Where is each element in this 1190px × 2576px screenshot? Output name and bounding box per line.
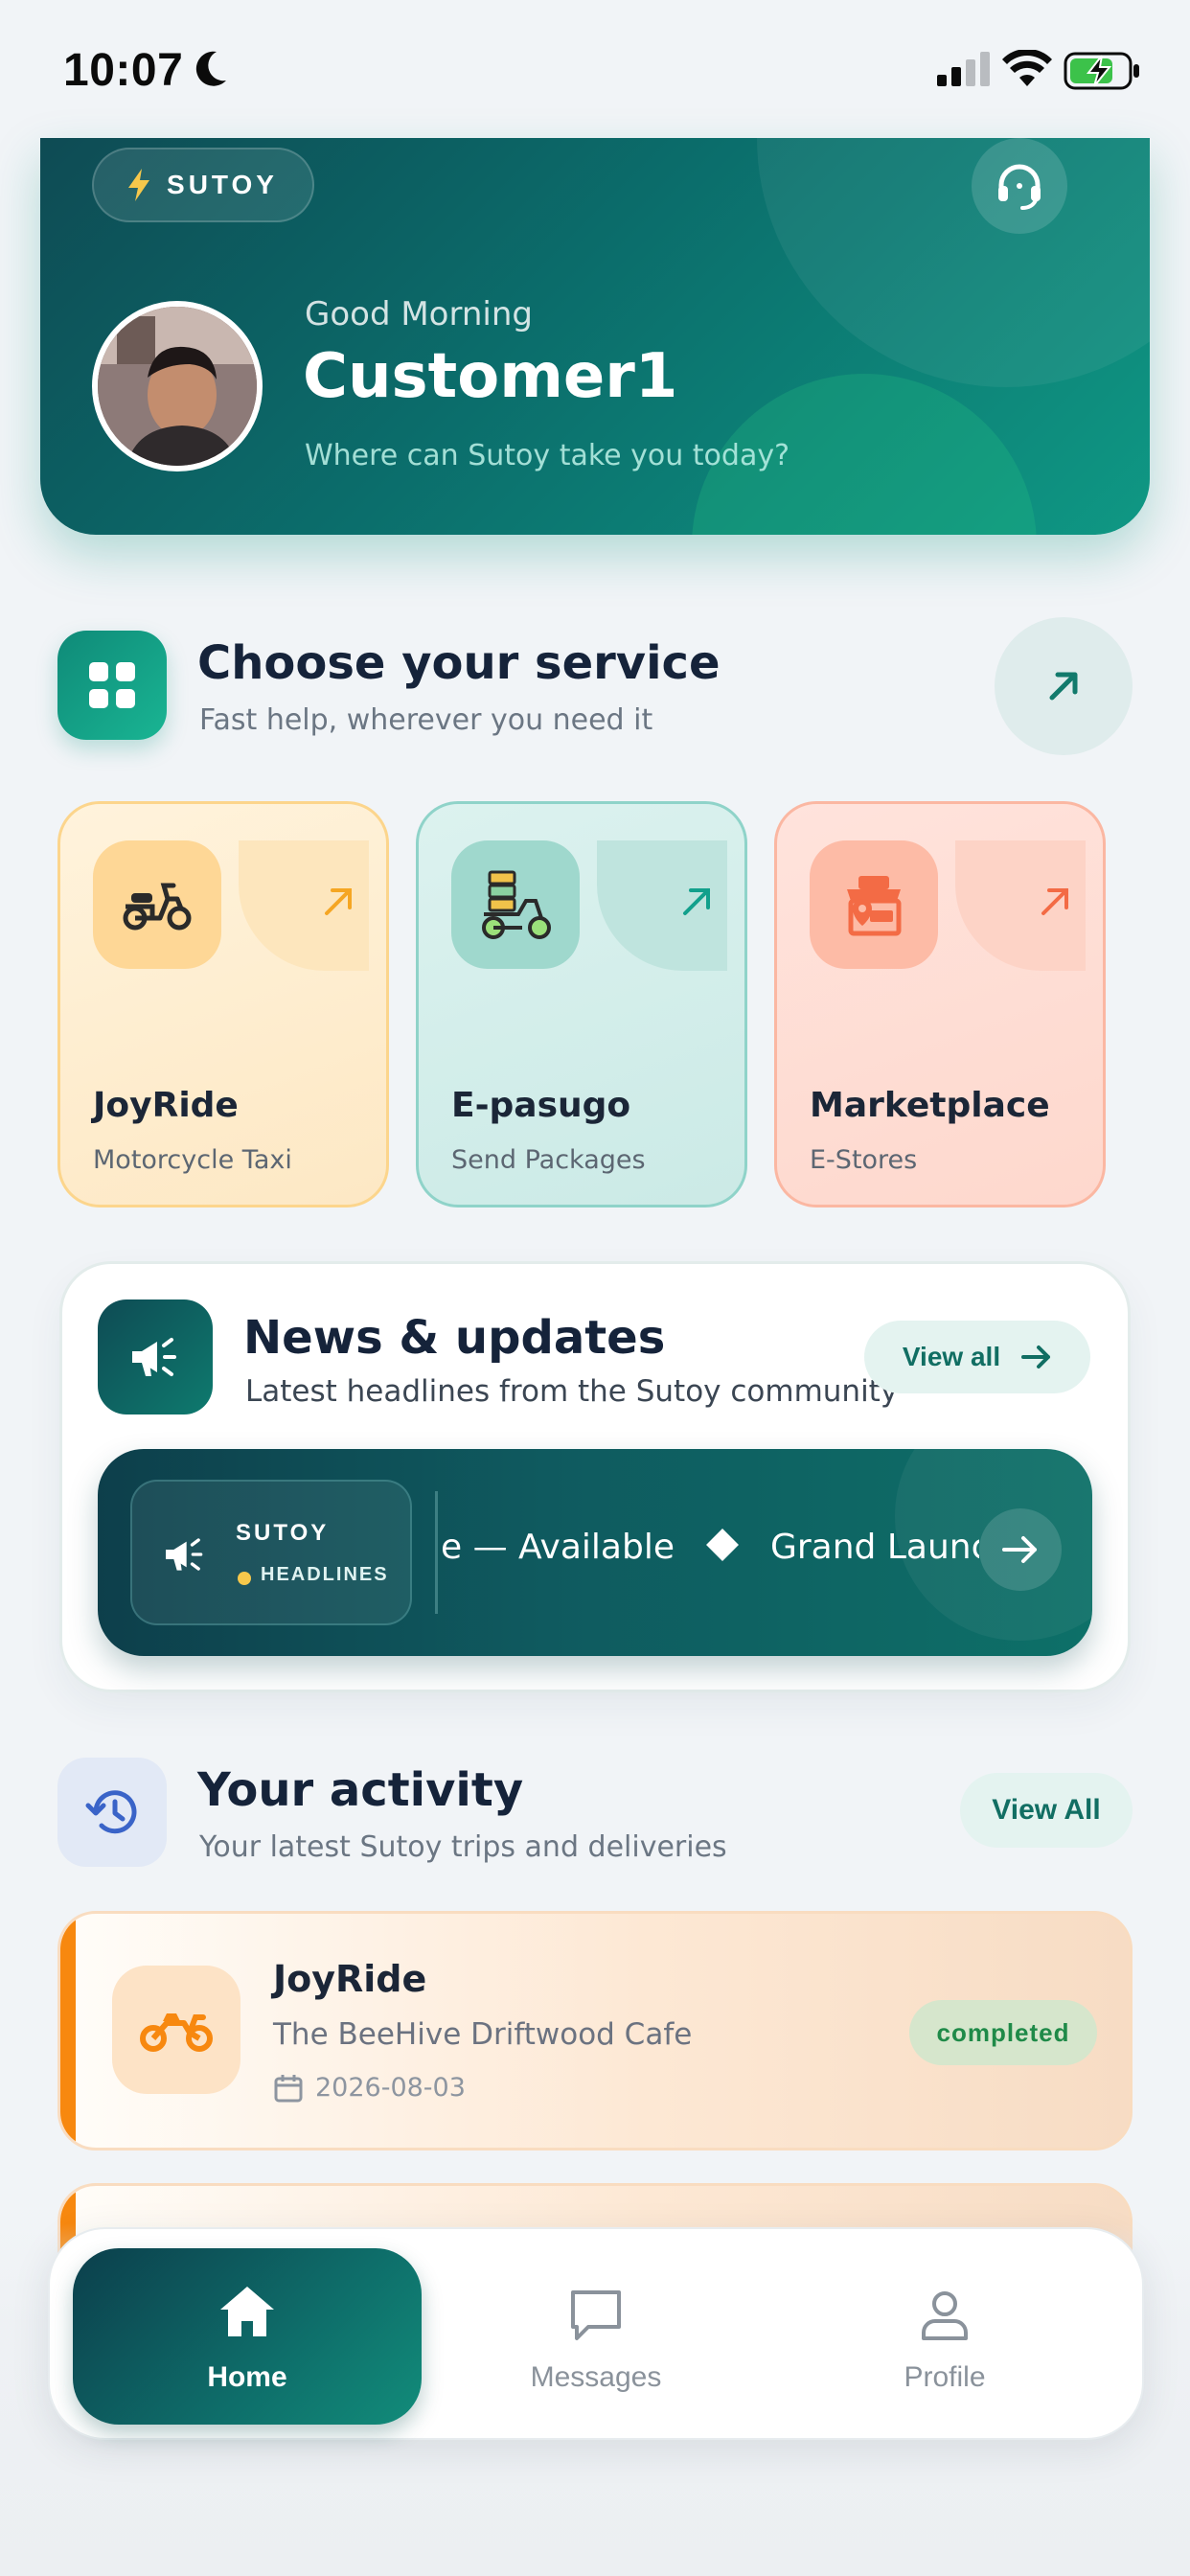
accent-stripe bbox=[60, 1914, 76, 2148]
activity-title: Your activity bbox=[197, 1763, 524, 1817]
calendar-icon bbox=[274, 2075, 303, 2103]
arrow-right-icon bbox=[1021, 1346, 1051, 1368]
avatar[interactable] bbox=[92, 301, 263, 472]
hero-decoration bbox=[757, 138, 1150, 387]
user-icon bbox=[922, 2291, 968, 2340]
activity-view-all-button[interactable]: View All bbox=[960, 1773, 1133, 1848]
services-title: Choose your service bbox=[197, 636, 721, 690]
motorcycle-icon bbox=[140, 2013, 213, 2052]
grid-icon bbox=[89, 662, 135, 708]
ticker-next-button[interactable] bbox=[979, 1508, 1062, 1591]
hero-subtitle: Where can Sutoy take you today? bbox=[305, 439, 790, 472]
brand-pill: SUTOY bbox=[92, 148, 314, 222]
grid-icon-box bbox=[57, 631, 167, 740]
avatar-photo bbox=[98, 307, 257, 466]
support-button[interactable] bbox=[972, 138, 1067, 234]
service-card-marketplace[interactable]: Marketplace E-Stores bbox=[774, 801, 1106, 1208]
view-all-label: View all bbox=[902, 1342, 1001, 1371]
ticker-window: e — Available Grand Launch bbox=[443, 1449, 979, 1656]
nav-home[interactable]: Home bbox=[73, 2248, 422, 2425]
nav-label: Home bbox=[207, 2361, 287, 2393]
headline-ticker[interactable]: SUTOY HEADLINES e — Available Grand Launc… bbox=[98, 1449, 1092, 1656]
news-subtitle: Latest headlines from the Sutoy communit… bbox=[245, 1374, 899, 1409]
icon-tile bbox=[93, 840, 221, 969]
nav-label: Messages bbox=[530, 2361, 662, 2393]
status-time: 10:07 bbox=[63, 45, 184, 96]
status-bar: 10:07 bbox=[0, 0, 1190, 138]
history-icon bbox=[85, 1790, 137, 1834]
service-name: JoyRide bbox=[93, 1086, 239, 1125]
service-name: Marketplace bbox=[810, 1086, 1050, 1125]
headline-item: e — Available bbox=[443, 1528, 675, 1567]
icon-tile bbox=[451, 840, 580, 969]
service-name: E-pasugo bbox=[451, 1086, 631, 1125]
bottom-nav: Home Messages Profile bbox=[48, 2227, 1144, 2440]
icon-tile bbox=[112, 1966, 240, 2094]
ticker-divider bbox=[435, 1491, 438, 1614]
separator-diamond bbox=[706, 1529, 739, 1561]
wifi-icon bbox=[1002, 50, 1052, 86]
delivery-scooter-icon bbox=[482, 870, 551, 939]
nav-profile[interactable]: Profile bbox=[801, 2248, 1088, 2425]
brand-label: SUTOY bbox=[167, 170, 278, 199]
arrow-up-right-icon bbox=[1049, 672, 1078, 701]
arrow-up-right-icon bbox=[325, 888, 352, 915]
activity-date: 2026-08-03 bbox=[315, 2073, 466, 2103]
icon-tile bbox=[810, 840, 938, 969]
news-view-all-button[interactable]: View all bbox=[864, 1321, 1090, 1393]
service-description: E-Stores bbox=[810, 1145, 918, 1175]
activity-service: JoyRide bbox=[273, 1958, 427, 2000]
live-dot bbox=[238, 1572, 251, 1585]
megaphone-icon bbox=[166, 1538, 203, 1571]
scooter-icon bbox=[123, 883, 192, 931]
greeting-text: Good Morning bbox=[305, 295, 533, 334]
moon-icon bbox=[195, 51, 226, 86]
activity-subtitle: Your latest Sutoy trips and deliveries bbox=[199, 1830, 727, 1864]
battery-icon bbox=[1064, 52, 1139, 90]
status-badge: completed bbox=[909, 2000, 1097, 2065]
service-card-joyride[interactable]: JoyRide Motorcycle Taxi bbox=[57, 801, 389, 1208]
signal-icon bbox=[937, 52, 990, 86]
view-all-label: View All bbox=[992, 1794, 1101, 1826]
megaphone-icon bbox=[132, 1338, 176, 1376]
bolt-icon bbox=[128, 169, 150, 201]
ticker-brand: SUTOY bbox=[236, 1520, 330, 1546]
activity-item[interactable]: JoyRide The BeeHive Driftwood Cafe 2026-… bbox=[57, 1911, 1133, 2150]
headline-item: Grand Launch bbox=[769, 1528, 979, 1567]
ticker-badge: SUTOY HEADLINES bbox=[130, 1480, 412, 1625]
arrow-up-right-icon bbox=[683, 888, 710, 915]
headset-icon bbox=[998, 164, 1041, 210]
ticker-text: e — Available Grand Launch bbox=[443, 1528, 979, 1567]
megaphone-icon-box bbox=[98, 1300, 213, 1414]
arrow-right-icon bbox=[1002, 1536, 1037, 1563]
news-title: News & updates bbox=[243, 1311, 666, 1365]
nav-messages[interactable]: Messages bbox=[452, 2248, 740, 2425]
history-icon-box bbox=[57, 1758, 167, 1867]
ticker-label: HEADLINES bbox=[261, 1564, 389, 1585]
message-icon bbox=[571, 2290, 621, 2340]
services-subtitle: Fast help, wherever you need it bbox=[199, 703, 653, 737]
service-description: Motorcycle Taxi bbox=[93, 1145, 292, 1175]
home-icon bbox=[220, 2287, 274, 2336]
nav-label: Profile bbox=[904, 2361, 986, 2393]
user-name: Customer1 bbox=[303, 341, 678, 412]
services-open-button[interactable] bbox=[995, 617, 1133, 755]
status-label: completed bbox=[936, 2017, 1070, 2047]
activity-place: The BeeHive Driftwood Cafe bbox=[273, 2017, 693, 2052]
service-description: Send Packages bbox=[451, 1145, 646, 1175]
arrow-up-right-icon bbox=[1041, 888, 1068, 915]
store-icon bbox=[847, 876, 902, 936]
service-card-epasugo[interactable]: E-pasugo Send Packages bbox=[416, 801, 747, 1208]
hero-banner: SUTOY Good Morning Customer1 Where can S… bbox=[40, 138, 1150, 535]
